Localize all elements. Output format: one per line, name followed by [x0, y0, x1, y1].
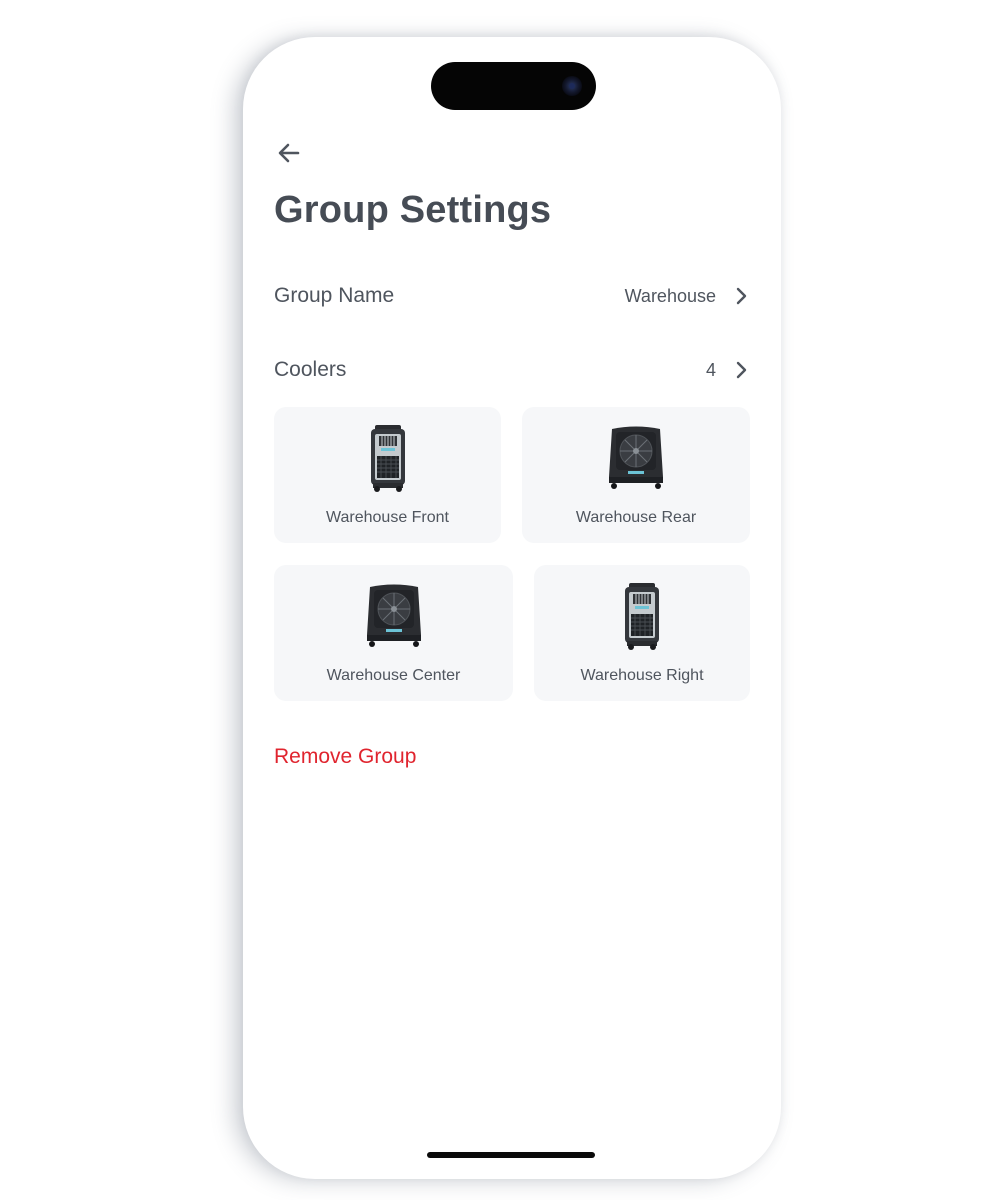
- chevron-right-icon: [736, 361, 747, 379]
- wide-cooler-icon: [366, 584, 421, 647]
- chevron-right-icon: [736, 287, 747, 305]
- tall-cooler-icon: [625, 583, 659, 650]
- cooler-card-warehouse-front[interactable]: Warehouse Front: [274, 407, 501, 543]
- group-name-label: Group Name: [274, 284, 395, 307]
- tall-cooler-icon: [370, 425, 405, 492]
- dynamic-island: [431, 62, 596, 110]
- camera-lens-icon: [562, 76, 582, 96]
- cooler-name: Warehouse Front: [325, 509, 449, 526]
- wide-cooler-icon: [609, 426, 663, 489]
- coolers-count: 4: [705, 359, 716, 380]
- screen-stage: Group Settings Group Name Warehouse Cool…: [0, 0, 1000, 1200]
- group-name-value: Warehouse: [624, 285, 716, 306]
- page-title: Group Settings: [274, 189, 552, 231]
- remove-group-button[interactable]: Remove Group: [274, 745, 416, 769]
- cooler-card-warehouse-right[interactable]: Warehouse Right: [534, 565, 750, 701]
- cooler-name: Warehouse Right: [580, 667, 704, 684]
- arrow-left-icon: [278, 143, 300, 163]
- cooler-card-warehouse-rear[interactable]: Warehouse Rear: [522, 407, 750, 543]
- cooler-name: Warehouse Rear: [575, 509, 697, 526]
- group-name-value-wrap: Warehouse: [625, 286, 750, 307]
- cooler-card-warehouse-center[interactable]: Warehouse Center: [274, 565, 513, 701]
- home-indicator[interactable]: [427, 1152, 595, 1158]
- group-name-row[interactable]: Group Name Warehouse: [274, 276, 750, 316]
- coolers-label: Coolers: [274, 358, 347, 381]
- cooler-name: Warehouse Center: [326, 667, 461, 684]
- phone-frame: Group Settings Group Name Warehouse Cool…: [243, 37, 781, 1179]
- coolers-row[interactable]: Coolers 4: [274, 350, 750, 390]
- back-button[interactable]: [274, 138, 304, 168]
- coolers-count-wrap: 4: [706, 360, 750, 381]
